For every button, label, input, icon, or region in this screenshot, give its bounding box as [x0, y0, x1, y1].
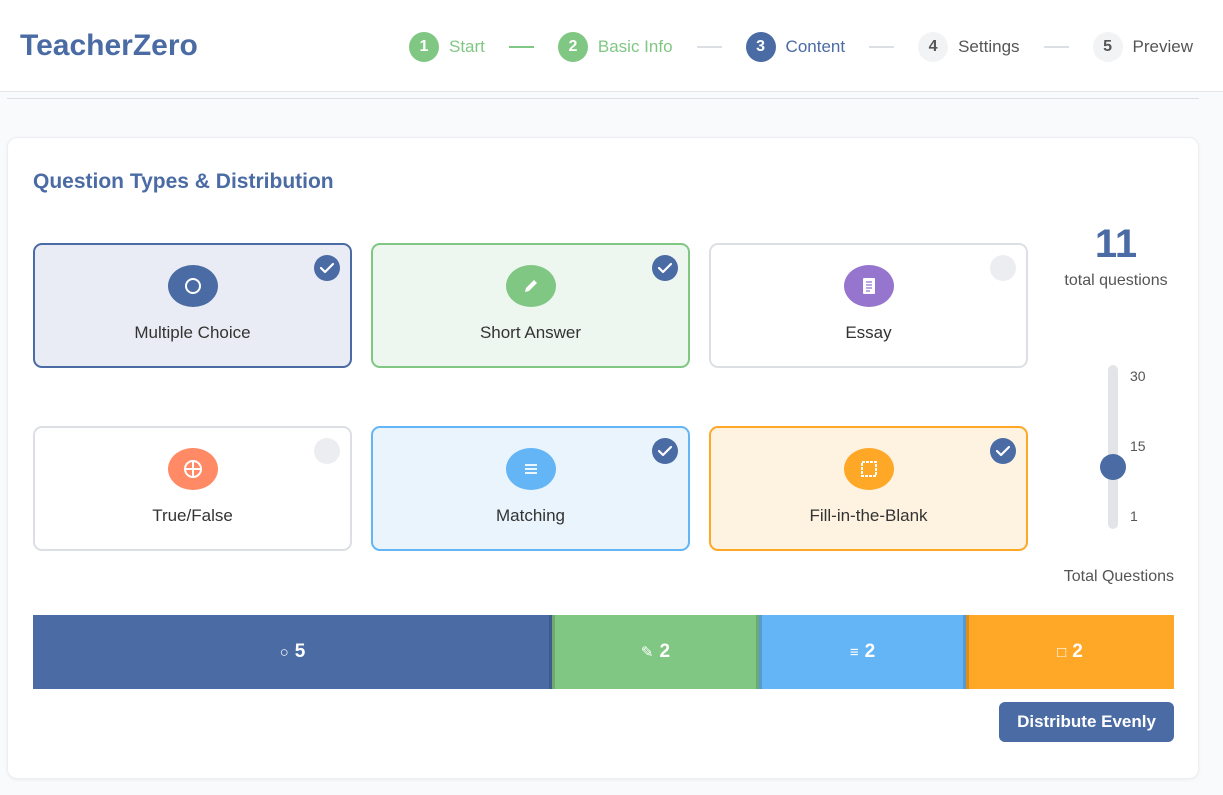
distribute-evenly-button[interactable]: Distribute Evenly: [999, 702, 1174, 742]
slider-mid-label: 15: [1130, 438, 1146, 454]
top-bar: TeacherZero 1 Start 2 Basic Info 3 Conte…: [0, 0, 1223, 92]
step-label: Content: [785, 37, 846, 56]
circle-icon: [167, 265, 218, 307]
segment-short-answer[interactable]: ✎ 2: [552, 615, 759, 689]
step-label: Basic Info: [597, 37, 673, 56]
qtype-essay[interactable]: Essay: [709, 243, 1028, 368]
question-count-slider[interactable]: [1108, 365, 1118, 529]
list-lines-icon: [505, 448, 556, 490]
step-basic-info[interactable]: 2 Basic Info: [557, 32, 673, 62]
step-label: Preview: [1132, 37, 1193, 56]
step-start[interactable]: 1 Start: [408, 32, 485, 62]
slider-min-label: 1: [1130, 508, 1138, 524]
segment-resize-handle[interactable]: [756, 615, 762, 689]
step-label: Settings: [958, 37, 1020, 56]
step-connector: [508, 46, 534, 48]
step-connector: [696, 46, 722, 48]
step-number: 3: [745, 32, 776, 62]
segment-fill-in-the-blank[interactable]: □ 2: [966, 615, 1174, 689]
checkmark-icon[interactable]: [314, 255, 340, 281]
qtype-true-false[interactable]: True/False: [33, 426, 352, 551]
question-types-card: Question Types & Distribution Multiple C…: [7, 137, 1199, 779]
pencil-icon: ✎: [640, 644, 654, 661]
section-title: Question Types & Distribution: [33, 170, 334, 193]
qtype-short-answer[interactable]: Short Answer: [371, 243, 690, 368]
segment-resize-handle[interactable]: [963, 615, 969, 689]
segment-count: 5: [294, 641, 306, 662]
unchecked-indicator[interactable]: [314, 438, 340, 464]
total-question-count: 11: [1094, 222, 1138, 266]
slider-handle[interactable]: [1100, 453, 1126, 480]
qtype-label: Fill-in-the-Blank: [809, 506, 928, 525]
divider: [7, 98, 1199, 99]
app-logo: TeacherZero: [20, 29, 198, 62]
slider-max-label: 30: [1130, 368, 1146, 384]
checkmark-icon[interactable]: [652, 438, 678, 464]
step-number: 2: [557, 32, 588, 62]
segment-count: 2: [864, 641, 876, 662]
step-label: Start: [448, 37, 485, 56]
step-connector: [869, 46, 895, 48]
list-lines-icon: ≡: [849, 643, 859, 661]
qtype-fill-in-the-blank[interactable]: Fill-in-the-Blank: [709, 426, 1028, 551]
step-content[interactable]: 3 Content: [745, 32, 846, 62]
qtype-label: Short Answer: [479, 323, 582, 342]
wizard-stepper: 1 Start 2 Basic Info 3 Content 4 Setting…: [408, 32, 1193, 62]
step-settings[interactable]: 4 Settings: [918, 32, 1020, 62]
crosshair-circle-icon: [167, 448, 218, 490]
slider-caption: Total Questions: [1063, 568, 1174, 585]
document-icon: [843, 265, 894, 307]
step-number: 1: [408, 32, 439, 62]
circle-icon: ○: [279, 643, 289, 661]
distribution-bar: ○ 5 ✎ 2 ≡ 2 □ 2: [33, 615, 1174, 689]
pencil-icon: [505, 265, 556, 307]
qtype-label: True/False: [152, 506, 233, 525]
step-connector: [1043, 46, 1069, 48]
segment-resize-handle[interactable]: [549, 615, 555, 689]
step-preview[interactable]: 5 Preview: [1092, 32, 1193, 62]
segment-count: 2: [659, 641, 671, 662]
blank-box-icon: [843, 448, 894, 490]
qtype-label: Multiple Choice: [134, 323, 251, 342]
segment-count: 2: [1072, 641, 1083, 662]
step-number: 5: [1092, 32, 1123, 62]
segment-multiple-choice[interactable]: ○ 5: [33, 615, 552, 689]
qtype-label: Matching: [496, 506, 565, 525]
qtype-matching[interactable]: Matching: [371, 426, 690, 551]
step-number: 4: [918, 32, 949, 62]
total-caption: total questions: [1064, 272, 1168, 289]
unchecked-indicator[interactable]: [990, 255, 1016, 281]
checkmark-icon[interactable]: [990, 438, 1016, 464]
blank-box-icon: □: [1057, 643, 1067, 661]
qtype-label: Essay: [845, 323, 892, 342]
segment-matching[interactable]: ≡ 2: [759, 615, 966, 689]
checkmark-icon[interactable]: [652, 255, 678, 281]
qtype-multiple-choice[interactable]: Multiple Choice: [33, 243, 352, 368]
